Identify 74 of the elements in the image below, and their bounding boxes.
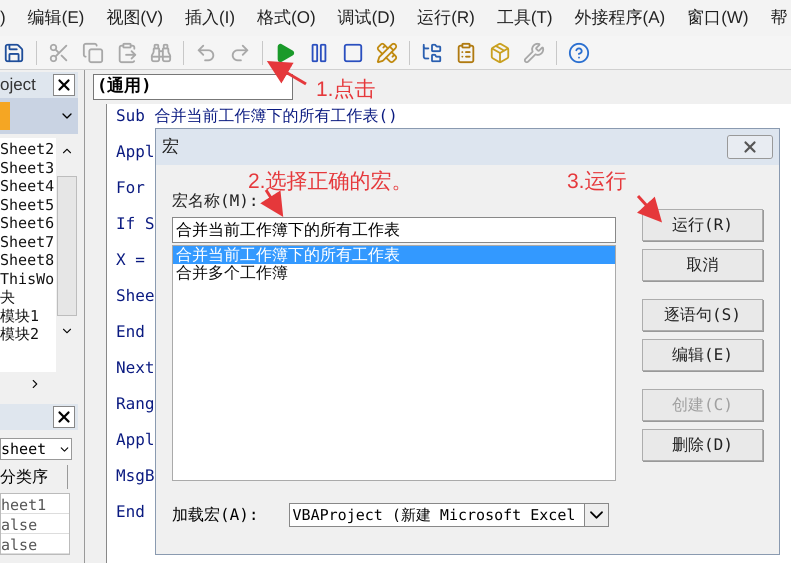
annotation-arrow <box>260 189 284 218</box>
code-line: Next <box>116 358 155 378</box>
list-icon <box>455 42 477 64</box>
menu-item[interactable]: 视图(V) <box>106 5 164 31</box>
project-item[interactable]: Sheet7 <box>0 232 56 251</box>
object-dropdown[interactable]: (通用) <box>93 74 293 100</box>
tree-icon <box>421 42 443 64</box>
dialog-button[interactable]: 取消 <box>642 249 763 281</box>
macro-list-item[interactable]: 合并多个工作簿 <box>173 264 615 282</box>
macros-in-dropdown[interactable]: VBAProject (新建 Microsoft Excel <box>288 503 609 527</box>
panel-title: oject <box>0 74 36 96</box>
paste-icon <box>116 42 138 64</box>
project-item[interactable]: 夬 <box>0 288 56 306</box>
property-cell: heet1 <box>1 494 69 514</box>
dialog-button[interactable]: 运行(R) <box>642 209 763 241</box>
dialog-button[interactable]: 编辑(E) <box>642 339 763 371</box>
project-item[interactable]: ThisWo <box>0 270 56 288</box>
menu-item[interactable]: 外接程序(A) <box>574 5 666 31</box>
object-dropdown[interactable]: sheet <box>0 438 72 460</box>
box-icon <box>489 42 511 64</box>
menu-item[interactable]: 编辑(E) <box>28 5 84 31</box>
project-item[interactable]: Sheet2 <box>0 140 56 158</box>
code-line: For <box>116 178 145 198</box>
undo-icon <box>195 42 217 64</box>
project-item[interactable]: Sheet3 <box>0 158 56 177</box>
code-line: Appl <box>116 142 155 162</box>
menu-item[interactable]: 帮 <box>770 5 788 31</box>
stop-icon <box>342 42 364 64</box>
code-line: Sub 合并当前工作簿下的所有工作表() <box>116 106 398 126</box>
tab[interactable]: 分类序 <box>0 465 68 489</box>
annotation-arrow <box>266 60 307 86</box>
project-item[interactable]: Sheet6 <box>0 214 56 232</box>
project-item[interactable]: Sheet5 <box>0 196 56 214</box>
code-line: Rang <box>116 394 155 414</box>
code-line: Appl <box>116 430 155 450</box>
help-icon <box>568 42 590 64</box>
scissors-icon <box>48 42 70 64</box>
menu-item[interactable]: 运行(R) <box>417 5 475 31</box>
code-line: End <box>116 322 145 342</box>
binoculars-icon <box>150 42 172 64</box>
code-line: If S <box>116 214 155 234</box>
annotation-text: 3.运行 <box>567 169 627 195</box>
project-item[interactable]: Sheet8 <box>0 251 56 270</box>
menu-item[interactable]: 窗口(W) <box>687 5 749 31</box>
ruler-pencil-icon <box>376 42 398 64</box>
dialog-button[interactable]: 删除(D) <box>642 429 763 461</box>
annotation-arrow <box>636 195 662 222</box>
wrench-icon <box>523 42 545 64</box>
property-cell: alse <box>1 534 69 554</box>
menu-item[interactable]: 调试(D) <box>338 5 396 31</box>
annotation-text: 1.点击 <box>316 77 376 103</box>
close-button[interactable] <box>53 74 75 96</box>
menu-item[interactable]: 工具(T) <box>496 5 553 31</box>
dialog-button[interactable]: 逐语句(S) <box>642 299 763 331</box>
scroll-thumb[interactable] <box>57 176 77 316</box>
project-item[interactable]: 模块1 <box>0 306 56 325</box>
save-icon <box>3 42 25 64</box>
project-item[interactable]: 模块2 <box>0 325 56 344</box>
menu-item[interactable]: 格式(O) <box>257 5 316 31</box>
redo-icon <box>229 42 251 64</box>
dialog-title: 宏 <box>162 136 179 158</box>
menu-item[interactable]: 插入(I) <box>185 5 236 31</box>
code-line: Shee <box>116 286 155 306</box>
copy-icon <box>82 42 104 64</box>
code-line: X = <box>116 250 145 270</box>
menu-item[interactable]: ) <box>0 5 6 31</box>
close-button[interactable] <box>53 406 75 428</box>
close-button[interactable] <box>727 135 773 159</box>
field-label: 加载宏(A): <box>172 504 259 526</box>
macro-name-field[interactable]: 合并当前工作簿下的所有工作表 <box>172 217 616 243</box>
property-cell: alse <box>1 514 69 534</box>
project-item[interactable]: Sheet4 <box>0 177 56 196</box>
code-line: End <box>116 502 145 522</box>
code-line: MsgB <box>116 466 155 486</box>
